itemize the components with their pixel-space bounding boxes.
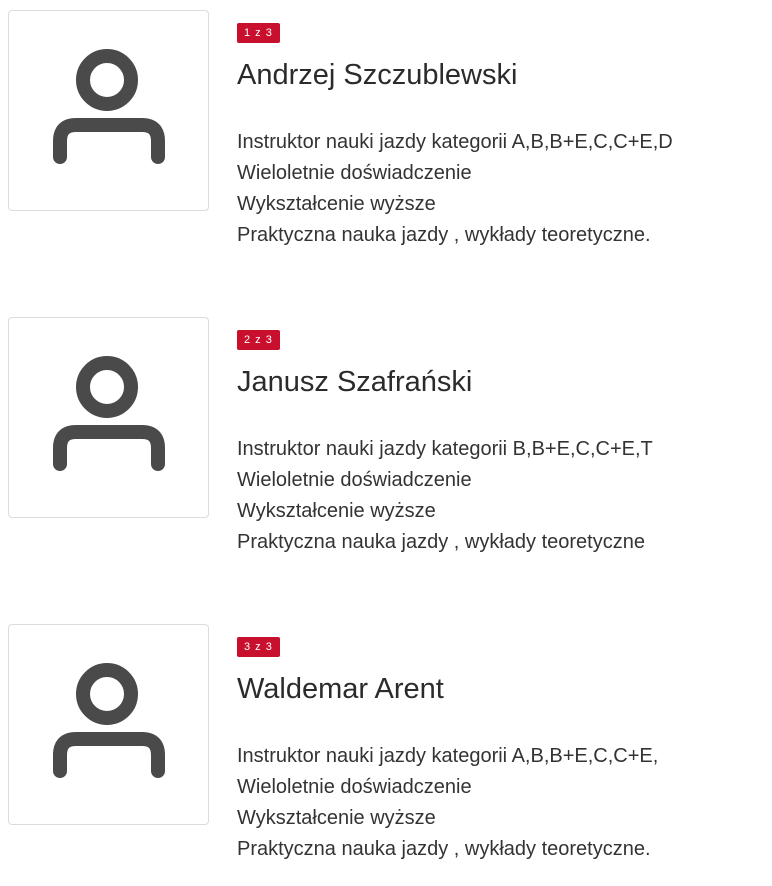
avatar [8, 10, 209, 211]
slide-counter-badge: 2 z 3 [237, 330, 280, 350]
user-placeholder-icon [53, 356, 165, 471]
description-line: Wykształcenie wyższe [237, 193, 436, 215]
instructor-description: Instruktor nauki jazdy kategorii B,B+E,C… [237, 434, 653, 558]
description-line: Instruktor nauki jazdy kategorii B,B+E,C… [237, 438, 653, 460]
user-placeholder-icon [53, 663, 165, 778]
description-line: Wieloletnie doświadczenie [237, 469, 472, 491]
description-line: Instruktor nauki jazdy kategorii A,B,B+E… [237, 131, 673, 153]
instructor-card: 3 z 3 Waldemar Arent Instruktor nauki ja… [0, 614, 772, 884]
instructor-name: Andrzej Szczublewski [237, 59, 518, 91]
description-line: Instruktor nauki jazdy kategorii A,B,B+E… [237, 745, 659, 767]
instructor-name: Janusz Szafrański [237, 366, 473, 398]
instructor-description: Instruktor nauki jazdy kategorii A,B,B+E… [237, 127, 673, 251]
instructor-description: Instruktor nauki jazdy kategorii A,B,B+E… [237, 741, 658, 865]
description-line: Wykształcenie wyższe [237, 807, 436, 829]
description-line: Praktyczna nauka jazdy , wykłady teorety… [237, 224, 651, 246]
description-line: Wieloletnie doświadczenie [237, 776, 472, 798]
instructor-card: 1 z 3 Andrzej Szczublewski Instruktor na… [0, 0, 772, 270]
slide-counter-badge: 3 z 3 [237, 637, 280, 657]
instructor-card: 2 z 3 Janusz Szafrański Instruktor nauki… [0, 307, 772, 577]
description-line: Wieloletnie doświadczenie [237, 162, 472, 184]
description-line: Wykształcenie wyższe [237, 500, 436, 522]
avatar [8, 624, 209, 825]
user-placeholder-icon [53, 49, 165, 164]
description-line: Praktyczna nauka jazdy , wykłady teorety… [237, 838, 651, 860]
instructor-name: Waldemar Arent [237, 673, 444, 705]
description-line: Praktyczna nauka jazdy , wykłady teorety… [237, 531, 645, 553]
avatar [8, 317, 209, 518]
slide-counter-badge: 1 z 3 [237, 23, 280, 43]
